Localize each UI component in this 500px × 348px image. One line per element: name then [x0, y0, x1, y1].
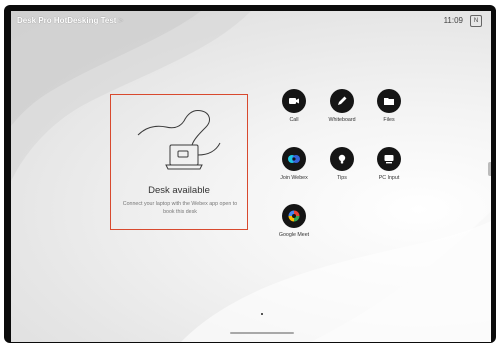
home-indicator-bar[interactable]: [230, 332, 294, 334]
app-tile-files[interactable]: Files: [368, 89, 410, 123]
side-panel-handle[interactable]: [488, 162, 491, 176]
folder-icon: [384, 98, 394, 105]
google-meet-icon: [288, 210, 300, 222]
clock: 11:09: [443, 16, 463, 25]
video-camera-icon: [289, 98, 299, 104]
desk-status-title: Desk available: [148, 185, 210, 196]
chevron-right-icon: >: [118, 16, 124, 25]
app-label: Whiteboard: [328, 117, 356, 123]
page-indicator-dot: [261, 313, 263, 315]
app-label: Files: [383, 117, 395, 123]
app-label: Tips: [337, 175, 347, 181]
app-tile-google-meet[interactable]: Google Meet: [273, 204, 315, 238]
app-label: PC Input: [378, 175, 400, 181]
app-label: Call: [289, 117, 299, 123]
app-tile-pc-input[interactable]: PC Input: [368, 147, 410, 181]
app-label: Join Webex: [280, 175, 308, 181]
app-tile-whiteboard[interactable]: Whiteboard: [321, 89, 363, 123]
device-title-text: Desk Pro HotDesking Test: [17, 16, 117, 25]
app-tile-join-webex[interactable]: Join Webex: [273, 147, 315, 181]
background-swoosh: [11, 11, 491, 342]
language-icon[interactable]: N: [470, 15, 482, 27]
app-tile-call[interactable]: Call: [273, 89, 315, 123]
screen: Desk Pro HotDesking Test > 11:09 N Desk a…: [11, 11, 491, 342]
app-label: Google Meet: [278, 232, 310, 238]
laptop-cable-illustration: [137, 110, 221, 170]
webex-logo-icon: [288, 155, 300, 163]
monitor-icon: [384, 155, 394, 164]
app-tile-tips[interactable]: Tips: [321, 147, 363, 181]
lightbulb-icon: [338, 154, 346, 164]
desk-instructions: Connect your laptop with the Webex app o…: [122, 201, 238, 215]
desk-available-card: Desk available Connect your laptop with …: [110, 94, 248, 230]
pen-icon: [338, 96, 347, 105]
device-title[interactable]: Desk Pro HotDesking Test >: [17, 16, 123, 25]
